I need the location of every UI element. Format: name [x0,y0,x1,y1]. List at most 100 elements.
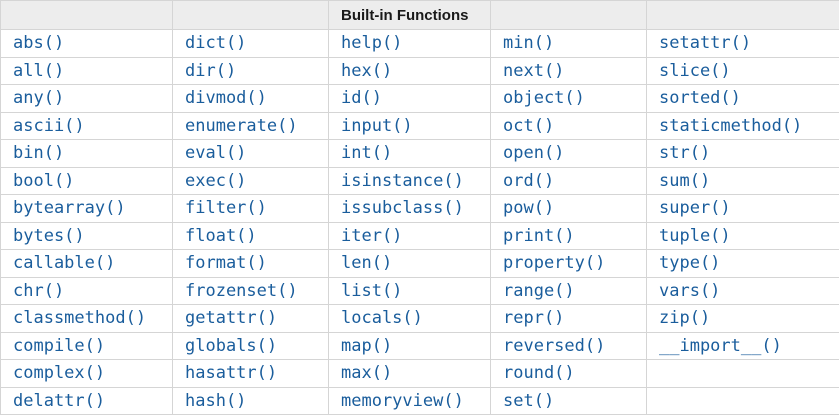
function-link[interactable]: float() [185,226,257,246]
function-link[interactable]: format() [185,253,267,273]
function-link[interactable]: all() [13,61,64,81]
function-link[interactable]: tuple() [659,226,731,246]
function-link[interactable]: hex() [341,61,392,81]
function-link[interactable]: __import__() [659,336,782,356]
table-cell: hasattr() [172,359,329,388]
function-link[interactable]: eval() [185,143,246,163]
table-cell: complex() [0,359,173,388]
function-link[interactable]: locals() [341,308,423,328]
table-cell: ord() [490,166,647,195]
function-link[interactable]: callable() [13,253,115,273]
table-cell: object() [490,84,647,113]
function-link[interactable]: bytearray() [13,198,126,218]
function-link[interactable]: bin() [13,143,64,163]
function-link[interactable]: hasattr() [185,363,277,383]
table-cell: bool() [0,166,173,195]
function-link[interactable]: staticmethod() [659,116,802,136]
function-link[interactable]: range() [503,281,575,301]
function-link[interactable]: globals() [185,336,277,356]
function-link[interactable]: set() [503,391,554,411]
table-row: bytes() float() iter() print() tuple() [0,221,839,250]
function-link[interactable]: hash() [185,391,246,411]
function-link[interactable]: issubclass() [341,198,464,218]
function-link[interactable]: setattr() [659,33,751,53]
table-row: delattr() hash() memoryview() set() [0,386,839,415]
function-link[interactable]: min() [503,33,554,53]
function-link[interactable]: repr() [503,308,564,328]
function-link[interactable]: id() [341,88,382,108]
function-link[interactable]: oct() [503,116,554,136]
function-link[interactable]: super() [659,198,731,218]
function-link[interactable]: object() [503,88,585,108]
function-link[interactable]: compile() [13,336,105,356]
function-link[interactable]: open() [503,143,564,163]
function-link[interactable]: bytes() [13,226,85,246]
table-cell: range() [490,276,647,305]
table-cell: eval() [172,139,329,168]
function-link[interactable]: frozenset() [185,281,298,301]
function-link[interactable]: input() [341,116,413,136]
function-link[interactable]: any() [13,88,64,108]
function-link[interactable]: isinstance() [341,171,464,191]
function-link[interactable]: slice() [659,61,731,81]
function-link[interactable]: ascii() [13,116,85,136]
function-link[interactable]: bool() [13,171,74,191]
function-link[interactable]: sorted() [659,88,741,108]
table-row: classmethod() getattr() locals() repr() zip(… [0,304,839,333]
function-link[interactable]: delattr() [13,391,105,411]
table-cell: hash() [172,386,329,415]
function-link[interactable]: filter() [185,198,267,218]
function-link[interactable]: sum() [659,171,710,191]
header-cell-empty-1 [0,0,173,30]
table-row: abs() dict() help() min() setattr() [0,29,839,58]
function-link[interactable]: zip() [659,308,710,328]
table-cell: print() [490,221,647,250]
function-link[interactable]: ord() [503,171,554,191]
table-cell: float() [172,221,329,250]
function-link[interactable]: abs() [13,33,64,53]
table-cell: sum() [646,166,839,195]
table-header-row: Built-in Functions [0,0,839,30]
function-link[interactable]: dir() [185,61,236,81]
table-cell: staticmethod() [646,111,839,140]
function-link[interactable]: int() [341,143,392,163]
table-header-title: Built-in Functions [328,0,491,30]
table-cell: delattr() [0,386,173,415]
function-link[interactable]: max() [341,363,392,383]
function-link[interactable]: reversed() [503,336,605,356]
function-link[interactable]: iter() [341,226,402,246]
function-link[interactable]: next() [503,61,564,81]
table-cell: max() [328,359,491,388]
function-link[interactable]: divmod() [185,88,267,108]
function-link[interactable]: classmethod() [13,308,146,328]
function-link[interactable]: property() [503,253,605,273]
header-cell-empty-3 [490,0,647,30]
function-link[interactable]: enumerate() [185,116,298,136]
function-link[interactable]: pow() [503,198,554,218]
function-link[interactable]: list() [341,281,402,301]
function-link[interactable]: memoryview() [341,391,464,411]
table-cell: type() [646,249,839,278]
table-row: compile() globals() map() reversed() __impor… [0,331,839,360]
function-link[interactable]: chr() [13,281,64,301]
function-link[interactable]: map() [341,336,392,356]
function-link[interactable]: getattr() [185,308,277,328]
table-cell: open() [490,139,647,168]
table-cell: memoryview() [328,386,491,415]
function-link[interactable]: len() [341,253,392,273]
function-link[interactable]: exec() [185,171,246,191]
table-cell [646,359,839,388]
table-cell: locals() [328,304,491,333]
function-link[interactable]: type() [659,253,720,273]
table-cell: isinstance() [328,166,491,195]
function-link[interactable]: dict() [185,33,246,53]
function-link[interactable]: vars() [659,281,720,301]
function-link[interactable]: complex() [13,363,105,383]
function-link[interactable]: print() [503,226,575,246]
table-cell: classmethod() [0,304,173,333]
header-cell-empty-2 [172,0,329,30]
function-link[interactable]: round() [503,363,575,383]
function-link[interactable]: help() [341,33,402,53]
table-row: chr() frozenset() list() range() vars() [0,276,839,305]
function-link[interactable]: str() [659,143,710,163]
